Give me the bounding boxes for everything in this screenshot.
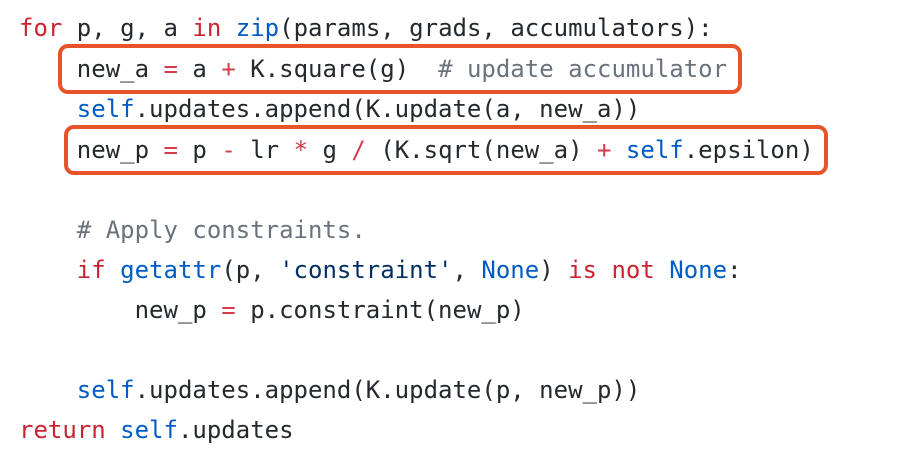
code-line-10: self.updates.append(K.update(p, new_p)) [19, 370, 641, 410]
keyword: if [76, 256, 106, 284]
code-text: .updates.append(K.update(p, new_p)) [134, 376, 641, 404]
code-line-3: self.updates.append(K.update(a, new_a)) [19, 89, 641, 129]
code-text: .updates.append(K.update(a, new_a)) [134, 95, 641, 123]
code-text: ) [539, 256, 569, 284]
code-snippet: for p, g, a in zip(params, grads, accumu… [0, 0, 914, 460]
code-text: (params, grads, accumulators): [279, 14, 713, 42]
self-keyword: self [76, 376, 135, 404]
builtin-function: getattr [120, 256, 222, 284]
self-keyword: self [120, 416, 178, 444]
code-line-7: if getattr(p, 'constraint', None) is not… [19, 250, 742, 290]
highlight-box-param-update [64, 125, 828, 175]
self-keyword: self [76, 95, 135, 123]
keyword: for [19, 14, 63, 42]
string-literal: 'constraint' [279, 256, 453, 284]
code-line-6: # Apply constraints. [19, 210, 366, 250]
highlight-box-accumulator [58, 44, 742, 94]
keyword: return [19, 416, 106, 444]
keyword: not [611, 256, 655, 284]
code-text: .updates [177, 416, 294, 444]
code-line-1: for p, g, a in zip(params, grads, accumu… [19, 8, 713, 48]
code-text: , [452, 256, 482, 284]
keyword: in [192, 14, 222, 42]
builtin-function: zip [235, 14, 280, 42]
none-constant: None [481, 256, 540, 284]
operator: = [221, 296, 236, 324]
code-text: p, g, a [62, 14, 193, 42]
none-constant: None [669, 256, 728, 284]
comment: # Apply constraints. [76, 216, 366, 244]
code-text: (p, [221, 256, 280, 284]
code-text: p.constraint(new_p) [235, 296, 525, 324]
code-text: new_p [134, 296, 222, 324]
code-line-8: new_p = p.constraint(new_p) [19, 290, 525, 330]
keyword: is [568, 256, 598, 284]
code-line-11: return self.updates [19, 410, 294, 450]
code-text: : [727, 256, 742, 284]
